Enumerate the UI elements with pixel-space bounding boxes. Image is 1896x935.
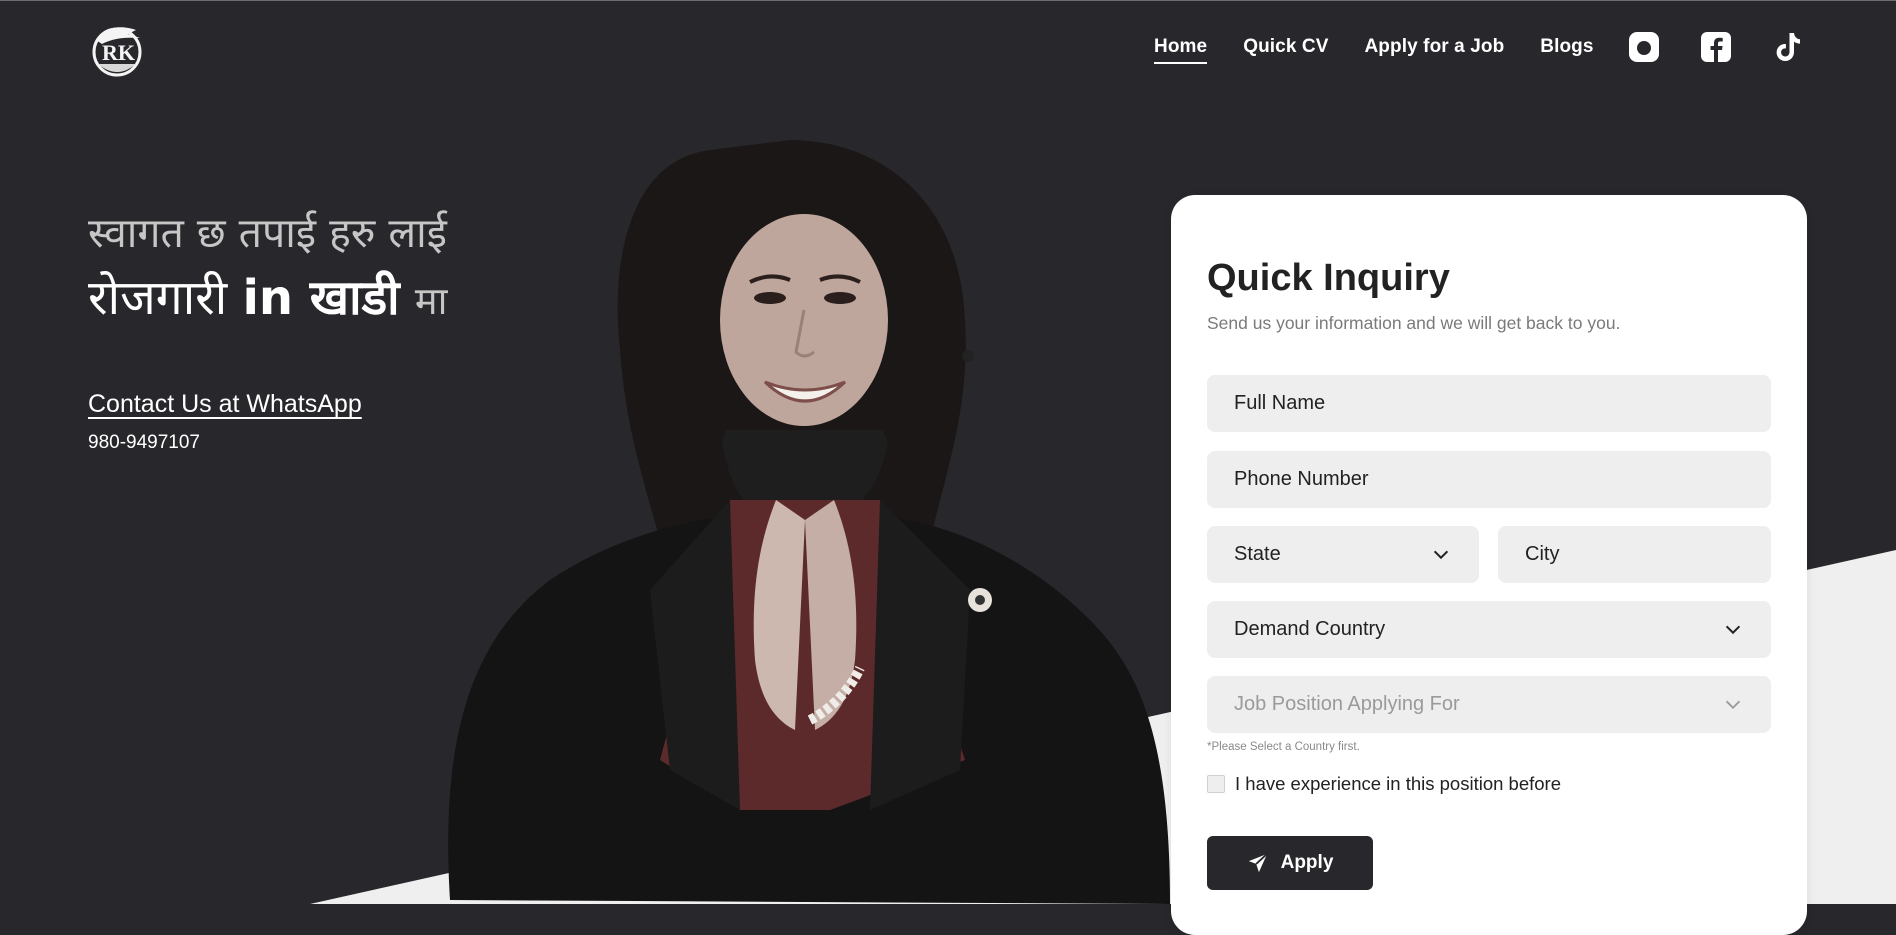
facebook-icon[interactable] [1700,31,1732,63]
chevron-down-icon [1725,625,1741,634]
phone-number-input[interactable]: Phone Number [1207,451,1771,508]
city-input[interactable]: City [1498,526,1771,583]
brand-logo[interactable]: RK [88,18,146,78]
demand-country-select[interactable]: Demand Country [1207,601,1771,658]
chevron-down-icon [1433,550,1449,559]
tiktok-icon[interactable] [1772,31,1804,63]
country-hint: *Please Select a Country first. [1207,741,1360,753]
hero-headline: रोजगारी in खाडी मा [88,266,447,333]
job-position-select[interactable]: Job Position Applying For [1207,676,1771,733]
demand-country-label: Demand Country [1234,618,1386,640]
form-subtitle: Send us your information and we will get… [1207,313,1621,333]
apply-button[interactable]: Apply [1207,836,1373,890]
nav-apply-job[interactable]: Apply for a Job [1364,36,1504,64]
logo-text: RK [102,40,135,65]
state-select[interactable]: State [1207,526,1479,583]
hero-photo [448,140,1170,904]
hero-text: स्वागत छ तपाई हरु लाई रोजगारी in खाडी मा [88,208,447,333]
nav-blogs[interactable]: Blogs [1540,36,1593,64]
whatsapp-phone: 980-9497107 [88,432,200,453]
experience-label: I have experience in this position befor… [1235,773,1562,794]
nav-home[interactable]: Home [1154,36,1208,64]
hero-greeting: स्वागत छ तपाई हरु लाई [88,209,447,257]
state-select-label: State [1234,543,1281,565]
chevron-down-icon [1725,700,1741,709]
instagram-icon[interactable] [1628,31,1660,63]
form-title: Quick Inquiry [1207,257,1450,299]
full-name-input[interactable]: Full Name [1207,375,1771,432]
whatsapp-contact-link[interactable]: Contact Us at WhatsApp [88,390,362,419]
paper-plane-icon [1248,853,1268,873]
experience-checkbox[interactable] [1207,775,1225,793]
job-position-label: Job Position Applying For [1234,693,1460,715]
hero-headline-part2: in खाडी [242,270,400,326]
experience-row: I have experience in this position befor… [1207,773,1561,795]
apply-button-label: Apply [1280,852,1334,873]
nav-quick-cv[interactable]: Quick CV [1243,36,1328,64]
quick-inquiry-form: Quick Inquiry Send us your information a… [1171,195,1807,935]
hero-headline-part1: रोजगारी [88,270,228,326]
hero-headline-part3: मा [414,279,448,323]
main-nav: Home Quick CV Apply for a Job Blogs [1154,36,1594,64]
top-border [0,0,1896,1]
social-links [1628,31,1804,63]
